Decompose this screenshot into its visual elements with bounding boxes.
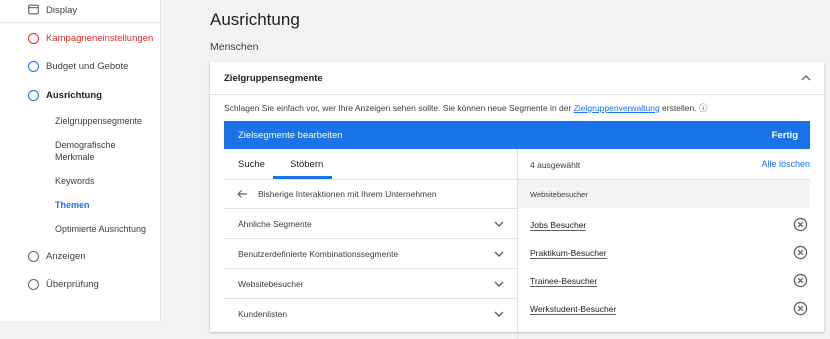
audience-segments-card: Zielgruppensegmente Schlagen Sie einfach… — [210, 62, 824, 339]
category-label: Ähnliche Segmente — [238, 219, 312, 229]
sidebar-subitem-themen[interactable]: Themen — [55, 199, 90, 211]
category-label: Benutzerdefinierte Kombinationssegmente — [238, 249, 399, 259]
remove-circle-icon[interactable] — [793, 273, 808, 288]
category-row-websitebesucher[interactable]: Websitebesucher — [224, 269, 517, 299]
sidebar-item-kampagneneinstellungen[interactable]: Kampagneneinstellungen — [0, 31, 160, 45]
group-label: Websitebesucher — [530, 190, 588, 199]
tab-bar: Suche Stöbern — [224, 149, 517, 180]
chevron-down-icon — [494, 251, 504, 257]
chevron-up-icon[interactable] — [800, 72, 812, 84]
sidebar-subitem-optimierte-ausrichtung[interactable]: Optimierte Ausrichtung — [55, 223, 146, 235]
active-tab-indicator — [273, 176, 332, 179]
category-row-aehnliche-segmente[interactable]: Ähnliche Segmente — [224, 209, 517, 239]
section-subtitle: Menschen — [210, 41, 259, 53]
sidebar-item-label: Kampagneneinstellungen — [46, 32, 154, 44]
remove-circle-icon[interactable] — [793, 245, 808, 260]
selected-item-label: Trainee-Besucher — [530, 276, 598, 287]
remove-circle-icon[interactable] — [793, 217, 808, 232]
sidebar-subitem-zielgruppensegmente[interactable]: Zielgruppensegmente — [55, 115, 142, 127]
sidebar-item-label: Überprüfung — [46, 278, 99, 290]
back-label: Bisherige Interaktionen mit Ihrem Untern… — [258, 189, 437, 199]
selected-item-label: Werkstudent-Besucher — [530, 304, 617, 315]
browse-panel: Suche Stöbern Bisherige Interaktionen mi… — [224, 149, 518, 339]
display-icon — [28, 4, 39, 15]
selected-group-header: Websitebesucher — [518, 180, 810, 208]
audience-manager-link[interactable]: Zielgruppenverwaltung — [574, 103, 660, 113]
warning-circle-icon — [28, 32, 39, 44]
sidebar-item-label: Display — [46, 4, 78, 16]
chevron-down-icon — [494, 281, 504, 287]
sidebar-item-ausrichtung[interactable]: Ausrichtung — [0, 88, 160, 102]
sidebar-subitem-demografische-merkmale[interactable]: Demografische Merkmale — [55, 139, 130, 163]
back-row[interactable]: Bisherige Interaktionen mit Ihrem Untern… — [224, 180, 517, 209]
editor-header: Zielsegmente bearbeiten Fertig — [224, 121, 810, 149]
sidebar-subitem-keywords[interactable]: Keywords — [55, 175, 95, 187]
category-row-kombinationssegmente[interactable]: Benutzerdefinierte Kombinationssegmente — [224, 239, 517, 269]
card-title: Zielgruppensegmente — [224, 73, 323, 84]
selected-item-label: Jobs Besucher — [530, 220, 587, 231]
chevron-down-icon — [494, 311, 504, 317]
chevron-down-icon — [494, 221, 504, 227]
tab-suche[interactable]: Suche — [238, 159, 265, 170]
selected-item-label: Praktikum-Besucher — [530, 248, 607, 259]
step-circle-icon — [28, 89, 39, 101]
sidebar-item-anzeigen[interactable]: Anzeigen — [0, 249, 160, 263]
category-label: Kundenlisten — [238, 309, 288, 319]
tab-stoebern[interactable]: Stöbern — [290, 159, 323, 170]
clear-all-button[interactable]: Alle löschen — [761, 159, 810, 169]
sidebar-item-ueberpruefung[interactable]: Überprüfung — [0, 277, 160, 291]
step-circle-icon — [28, 250, 39, 262]
sidebar-item-budget[interactable]: Budget und Gebote — [0, 59, 160, 73]
done-button[interactable]: Fertig — [772, 130, 798, 141]
sidebar-item-label: Budget und Gebote — [46, 60, 129, 72]
hint-prefix: Schlagen Sie einfach vor, wer Ihre Anzei… — [224, 103, 574, 113]
step-circle-icon — [28, 278, 39, 290]
editor-title: Zielsegmente bearbeiten — [238, 130, 343, 141]
step-circle-icon — [28, 60, 39, 72]
card-header[interactable]: Zielgruppensegmente — [210, 62, 824, 95]
selected-panel: 4 ausgewählt Alle löschen Websitebesuche… — [518, 149, 810, 339]
category-row-kundenlisten[interactable]: Kundenlisten — [224, 299, 517, 328]
sidebar-item-label: Anzeigen — [46, 250, 86, 262]
arrow-back-icon[interactable] — [236, 188, 248, 200]
page-title: Ausrichtung — [210, 10, 300, 29]
selected-item-werkstudent-besucher: Werkstudent-Besucher — [518, 296, 810, 324]
selected-item-jobs-besucher: Jobs Besucher — [518, 212, 810, 240]
selected-item-praktikum-besucher: Praktikum-Besucher — [518, 240, 810, 268]
remove-circle-icon[interactable] — [793, 301, 808, 316]
category-label: Websitebesucher — [238, 279, 304, 289]
sidebar-item-label: Ausrichtung — [46, 89, 102, 101]
selected-count: 4 ausgewählt — [530, 160, 581, 170]
sidebar: Display Kampagneneinstellungen Budget un… — [0, 0, 161, 321]
divider — [0, 22, 160, 23]
selected-header: 4 ausgewählt Alle löschen — [518, 149, 810, 180]
hint-suffix: erstellen. ⓘ — [659, 103, 708, 113]
sidebar-item-display[interactable]: Display — [0, 3, 160, 17]
hint-text: Schlagen Sie einfach vor, wer Ihre Anzei… — [224, 102, 707, 114]
selected-item-trainee-besucher: Trainee-Besucher — [518, 268, 810, 296]
